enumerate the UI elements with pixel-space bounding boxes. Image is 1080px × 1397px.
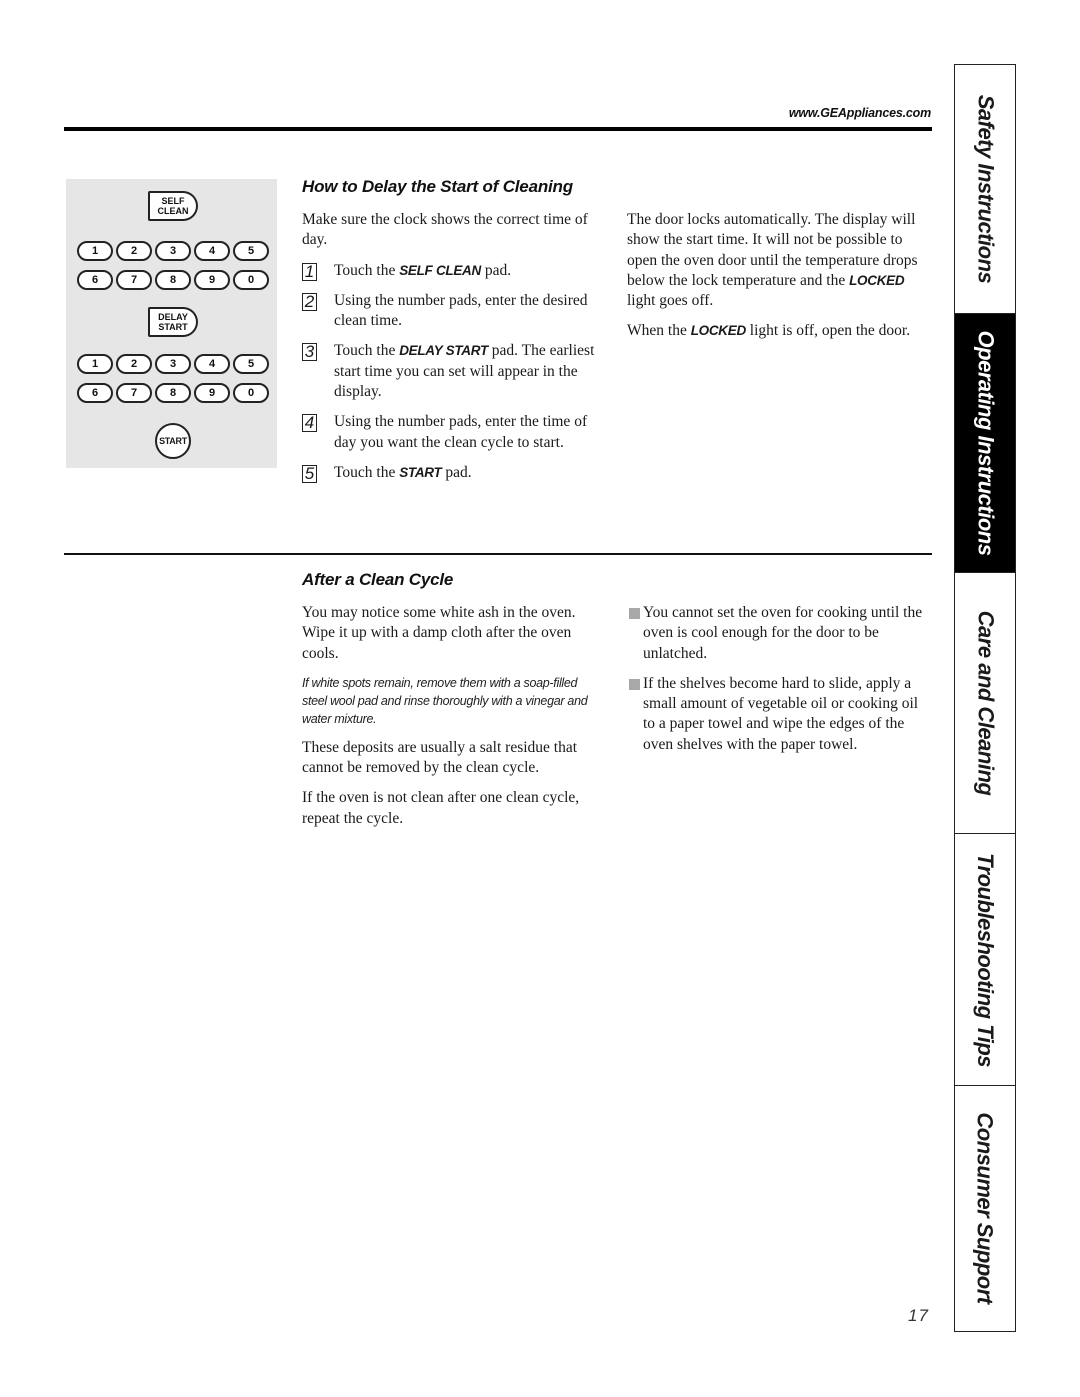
delay-start-pad-label-1: DELAY — [158, 312, 188, 322]
start-pad: START — [155, 423, 191, 459]
delay-steps-column: Make sure the clock shows the correct ti… — [302, 210, 602, 493]
step-number-1: 1 — [302, 262, 317, 281]
number-pad: 9 — [194, 270, 230, 290]
control-panel-illustration: SELF CLEAN 1 2 3 4 5 6 7 8 9 0 DELAY START… — [66, 179, 277, 468]
step-text-part: Using the number pads, enter the time of… — [334, 413, 588, 451]
after-left-column: You may notice some white ash in the ove… — [302, 603, 602, 839]
number-pad-row-1: 1 2 3 4 5 — [77, 241, 269, 261]
bullet-text: If the shelves become hard to slide, app… — [643, 674, 919, 753]
step-keyword: SELF CLEAN — [399, 262, 481, 278]
self-clean-pad-label-1: SELF — [161, 196, 185, 206]
step-item: 5 Touch the START pad. — [302, 463, 602, 483]
tab-consumer-support[interactable]: Consumer Support — [955, 1086, 1015, 1330]
number-pad: 9 — [194, 383, 230, 403]
step-item: 1 Touch the SELF CLEAN pad. — [302, 261, 602, 281]
tab-care-and-cleaning[interactable]: Care and Cleaning — [955, 573, 1015, 834]
number-pad: 0 — [233, 270, 269, 290]
self-clean-pad-label-2: CLEAN — [157, 206, 189, 216]
step-text: Using the number pads, enter the desired… — [334, 291, 602, 332]
number-pad: 5 — [233, 354, 269, 374]
square-bullet-icon — [629, 678, 640, 690]
step-keyword: START — [399, 464, 442, 480]
step-text: Using the number pads, enter the time of… — [334, 412, 602, 453]
number-pad: 7 — [116, 270, 152, 290]
delay-notes-column: The door locks automatically. The displa… — [627, 210, 919, 352]
step-text-part: Touch the — [334, 463, 400, 481]
locked-keyword: LOCKED — [690, 323, 747, 339]
number-pad: 8 — [155, 270, 191, 290]
open-door-note: When the LOCKED light is off, open the d… — [627, 321, 919, 341]
header-rule — [64, 127, 932, 131]
number-pad: 7 — [116, 383, 152, 403]
step-number-3: 3 — [302, 343, 317, 362]
tab-safety-instructions[interactable]: Safety Instructions — [955, 65, 1015, 314]
bullet-text: You cannot set the oven for cooking unti… — [643, 604, 923, 662]
number-pad: 5 — [233, 241, 269, 261]
step-text-part: pad. — [480, 261, 512, 279]
tab-operating-instructions[interactable]: Operating Instructions — [955, 314, 1015, 573]
section-divider — [64, 553, 932, 555]
white-spots-note: If white spots remain, remove them with … — [302, 675, 588, 726]
step-item: 3 Touch the DELAY START pad. The earlies… — [302, 341, 602, 402]
number-pad-row-3: 1 2 3 4 5 — [77, 354, 269, 374]
step-item: 4 Using the number pads, enter the time … — [302, 412, 602, 453]
number-pad: 1 — [77, 241, 113, 261]
step-item: 2 Using the number pads, enter the desir… — [302, 291, 602, 332]
number-pad: 3 — [155, 354, 191, 374]
number-pad: 6 — [77, 270, 113, 290]
step-text: Touch the START pad. — [334, 463, 602, 483]
website-url[interactable]: www.GEAppliances.com — [789, 106, 931, 120]
tab-label: Operating Instructions — [973, 330, 999, 556]
number-pad-row-2: 6 7 8 9 0 — [77, 270, 269, 290]
delay-section-title: How to Delay the Start of Cleaning — [302, 177, 573, 196]
after-right-column: You cannot set the oven for cooking unti… — [629, 603, 931, 765]
number-pad: 8 — [155, 383, 191, 403]
step-text: Touch the SELF CLEAN pad. — [334, 261, 602, 281]
locked-keyword: LOCKED — [849, 272, 905, 288]
step-number-4: 4 — [302, 414, 317, 433]
step-text-part: Touch the — [334, 342, 400, 360]
step-keyword: DELAY START — [399, 343, 488, 359]
note-text: When the — [627, 322, 691, 340]
number-pad: 4 — [194, 241, 230, 261]
number-pad-row-4: 6 7 8 9 0 — [77, 383, 269, 403]
delay-start-pad: DELAY START — [148, 307, 198, 337]
number-pad: 3 — [155, 241, 191, 261]
delay-start-pad-label-2: START — [158, 322, 188, 332]
number-pad: 2 — [116, 354, 152, 374]
tab-troubleshooting-tips[interactable]: Troubleshooting Tips — [955, 834, 1015, 1086]
step-text-part: Using the number pads, enter the desired… — [334, 291, 588, 330]
bullet-item: If the shelves become hard to slide, app… — [629, 674, 931, 755]
after-section-title: After a Clean Cycle — [302, 570, 454, 589]
square-bullet-icon — [629, 608, 640, 619]
delay-intro: Make sure the clock shows the correct ti… — [302, 211, 588, 249]
door-lock-note: The door locks automatically. The displa… — [627, 210, 919, 311]
deposits-paragraph: These deposits are usually a salt residu… — [302, 738, 578, 777]
number-pad: 4 — [194, 354, 230, 374]
number-pad: 1 — [77, 354, 113, 374]
step-number-5: 5 — [302, 464, 317, 483]
repeat-cycle-paragraph: If the oven is not clean after one clean… — [302, 789, 580, 827]
step-number-2: 2 — [302, 292, 317, 311]
tab-label: Care and Cleaning — [973, 610, 998, 796]
number-pad: 0 — [233, 383, 269, 403]
step-text-part: Touch the — [334, 261, 400, 279]
step-text: Touch the DELAY START pad. The earliest … — [334, 341, 602, 402]
note-text: light is off, open the door. — [745, 322, 911, 340]
tab-label: Consumer Support — [973, 1112, 999, 1304]
number-pad: 2 — [116, 241, 152, 261]
tab-label: Troubleshooting Tips — [973, 852, 999, 1067]
tab-label: Safety Instructions — [973, 94, 999, 284]
page-number: 17 — [908, 1306, 929, 1325]
step-text-part: pad. — [441, 463, 472, 481]
bullet-item: You cannot set the oven for cooking unti… — [629, 603, 931, 664]
section-tabs: Safety Instructions Operating Instructio… — [954, 64, 1016, 1332]
self-clean-pad: SELF CLEAN — [148, 191, 198, 221]
number-pad: 6 — [77, 383, 113, 403]
ash-paragraph: You may notice some white ash in the ove… — [302, 604, 576, 662]
note-text: light goes off. — [627, 292, 714, 310]
